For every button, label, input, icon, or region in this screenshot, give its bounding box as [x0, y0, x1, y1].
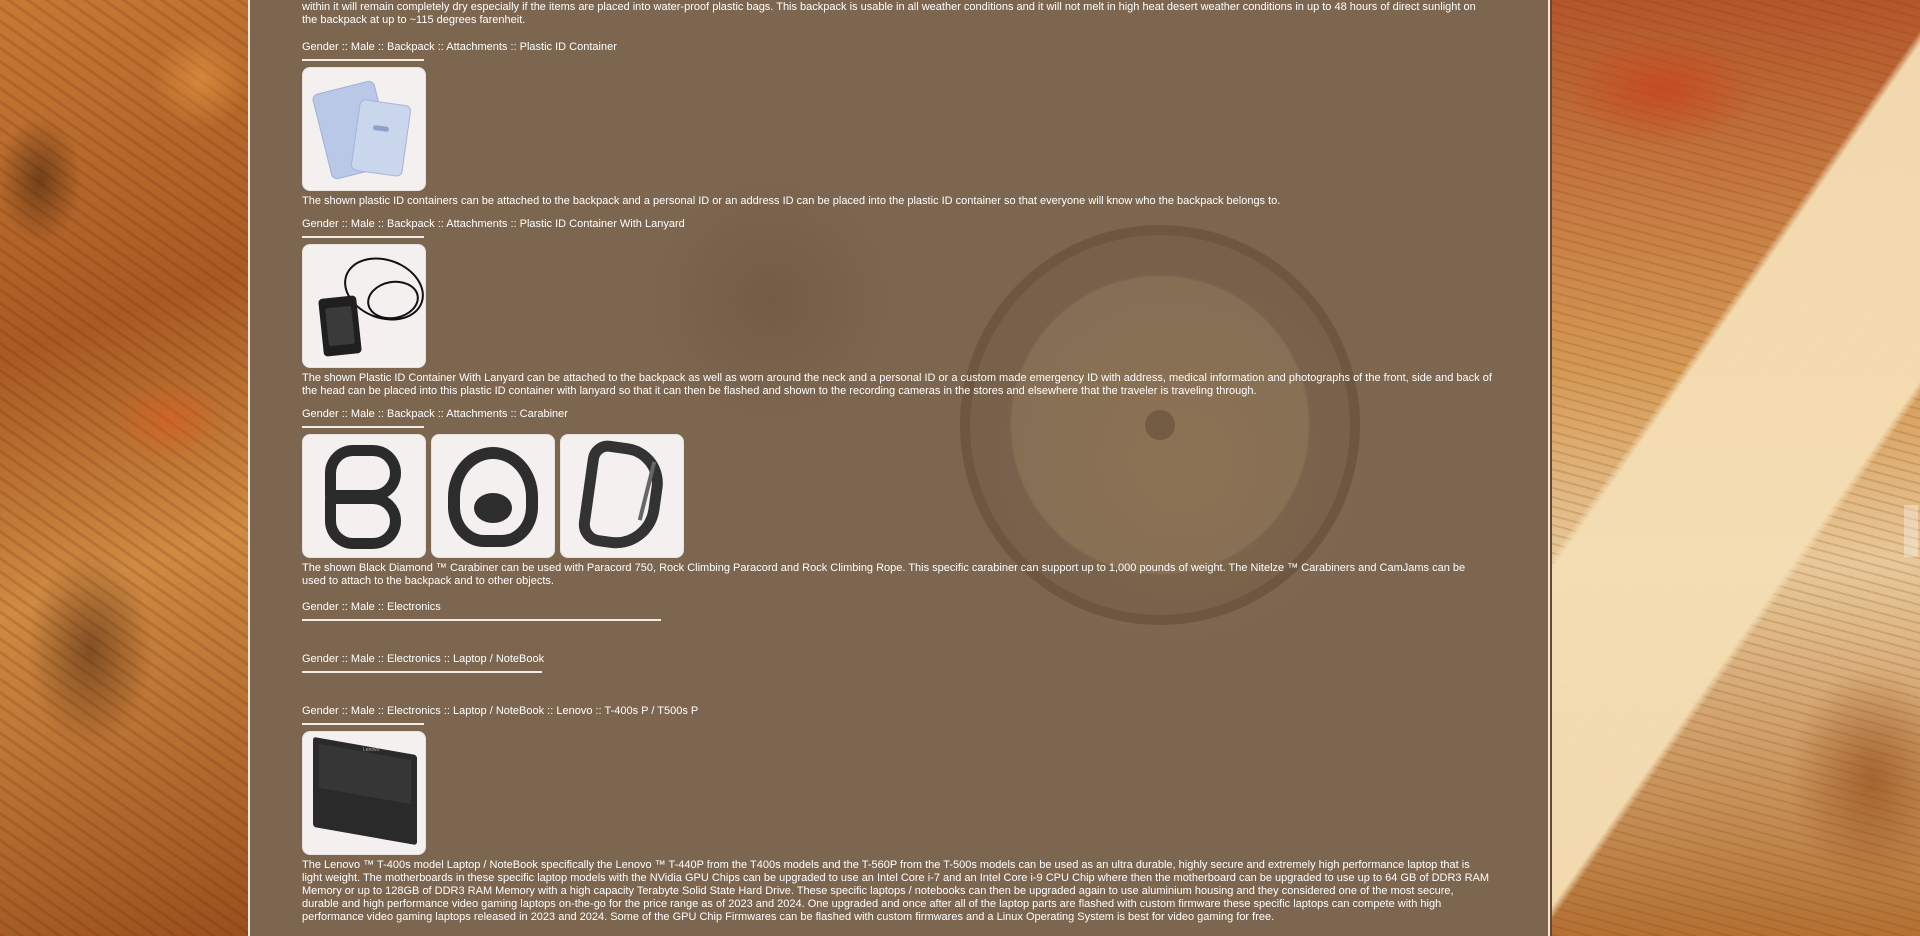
- plastic-id-container-image[interactable]: [302, 67, 426, 191]
- black-diamond-carabiner-image[interactable]: [560, 434, 684, 558]
- heading-underline: [302, 723, 424, 725]
- section-carabiner: Gender :: Male :: Backpack :: Attachment…: [302, 408, 1492, 588]
- heading-underline: [302, 236, 424, 238]
- plastic-id-lanyard-image[interactable]: [302, 244, 426, 368]
- section-heading: Gender :: Male :: Electronics: [302, 601, 441, 613]
- image-row: [302, 244, 1492, 369]
- image-row: Lenovo: [302, 731, 1492, 856]
- heading-underline: [302, 619, 661, 621]
- section-laptop-notebook: Gender :: Male :: Electronics :: Laptop …: [302, 653, 544, 673]
- section-description: The Lenovo ™ T-400s model Laptop / NoteB…: [302, 859, 1490, 923]
- section-heading: Gender :: Male :: Backpack :: Attachment…: [302, 408, 568, 420]
- heading-underline: [302, 671, 542, 673]
- section-heading: Gender :: Male :: Electronics :: Laptop …: [302, 705, 699, 717]
- clip-carabiner-image[interactable]: [431, 434, 555, 558]
- lenovo-logo: Lenovo: [363, 747, 380, 753]
- right-scroll-background: [1552, 0, 1920, 936]
- left-map-background: [0, 0, 248, 936]
- section-description: The shown plastic ID containers can be a…: [302, 195, 1281, 207]
- section-description: The shown Black Diamond ™ Carabiner can …: [302, 562, 1466, 587]
- s-carabiner-image[interactable]: [302, 434, 426, 558]
- section-plastic-id-container: Gender :: Male :: Backpack :: Attachment…: [302, 41, 1492, 208]
- heading-underline: [302, 59, 424, 61]
- section-heading: Gender :: Male :: Backpack :: Attachment…: [302, 41, 617, 53]
- section-electronics: Gender :: Male :: Electronics: [302, 601, 661, 621]
- section-description: The shown Plastic ID Container With Lany…: [302, 372, 1492, 397]
- section-plastic-id-with-lanyard: Gender :: Male :: Backpack :: Attachment…: [302, 218, 1492, 398]
- section-heading: Gender :: Male :: Backpack :: Attachment…: [302, 218, 685, 230]
- page-scrollbar[interactable]: [1902, 0, 1920, 936]
- section-lenovo-laptop: Gender :: Male :: Electronics :: Laptop …: [302, 705, 1492, 924]
- image-row: [302, 434, 1492, 559]
- scrollbar-thumb[interactable]: [1904, 505, 1918, 557]
- heading-underline: [302, 426, 424, 428]
- section-heading: Gender :: Male :: Electronics :: Laptop …: [302, 653, 545, 665]
- image-row: [302, 67, 1492, 192]
- backpack-description-text: within it will remain completely dry esp…: [302, 1, 1476, 26]
- lenovo-laptop-image[interactable]: Lenovo: [302, 731, 426, 855]
